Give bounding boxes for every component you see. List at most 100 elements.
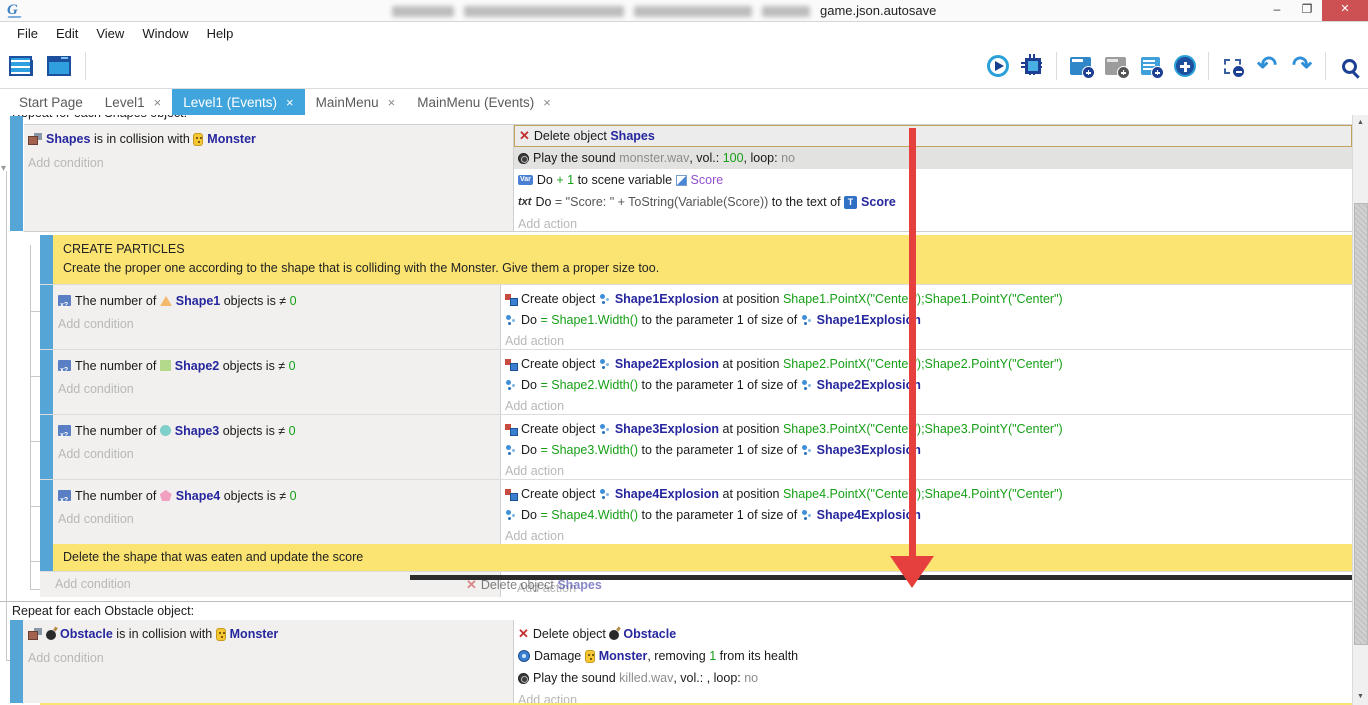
undo-button[interactable]: ↶: [1252, 51, 1282, 81]
particle-object-icon: [599, 293, 611, 305]
shape-object-icon: [160, 490, 172, 501]
add-condition-link[interactable]: Add condition: [58, 378, 500, 399]
shape-event-conditions: The number of Shape4 objects is ≠ 0 Add …: [40, 480, 500, 544]
add-other-event-button[interactable]: [1170, 51, 1200, 81]
comment-title: CREATE PARTICLES: [53, 240, 1352, 259]
add-action-link[interactable]: Add action: [514, 213, 1352, 235]
redacted-title-segment: [392, 6, 454, 17]
add-comment-button[interactable]: [1135, 51, 1165, 81]
monster-object-icon: [216, 628, 226, 641]
action-row-play-sound[interactable]: Play the sound killed.wav , vol.: , loop…: [518, 667, 1352, 689]
close-tab-icon[interactable]: ×: [543, 95, 551, 110]
condition-row[interactable]: The number of Shape2 objects is ≠ 0: [58, 355, 500, 376]
menu-item-edit[interactable]: Edit: [47, 23, 87, 44]
action-row-text-object[interactable]: txt Do = "Score: " + ToString(Variable(S…: [514, 191, 1352, 213]
action-row-create-object[interactable]: Create object Shape4Explosion at positio…: [505, 483, 1352, 504]
condition-row[interactable]: The number of Shape4 objects is ≠ 0: [58, 485, 500, 506]
comment-delete-shape[interactable]: Delete the shape that was eaten and upda…: [40, 544, 1352, 571]
scene-editor-button[interactable]: [44, 51, 74, 81]
redacted-title-segment: [634, 6, 752, 17]
search-button[interactable]: [1334, 51, 1364, 81]
damage-icon: [518, 650, 530, 662]
add-action-link[interactable]: Add action: [505, 525, 1352, 546]
event-left-bar: [40, 544, 53, 571]
action-row-play-sound[interactable]: Play the sound monster.wav , vol.: 100 ,…: [514, 147, 1352, 169]
action-row-damage-monster[interactable]: Damage Monster , removing 1 from its hea…: [518, 645, 1352, 667]
action-row-create-object[interactable]: Create object Shape2Explosion at positio…: [505, 353, 1352, 374]
shape-event[interactable]: The number of Shape3 objects is ≠ 0 Add …: [40, 414, 1352, 479]
remove-event-button[interactable]: [1217, 51, 1247, 81]
add-condition-link[interactable]: Add condition: [58, 508, 500, 529]
menu-item-file[interactable]: File: [8, 23, 47, 44]
add-action-link[interactable]: Add action: [505, 460, 1352, 481]
close-tab-icon[interactable]: ×: [154, 95, 162, 110]
scrollbar-down-button[interactable]: ▼: [1353, 689, 1368, 705]
particle-object-icon: [599, 358, 611, 370]
scrollbar-thumb[interactable]: [1354, 203, 1368, 645]
action-row-create-object[interactable]: Create object Shape1Explosion at positio…: [505, 288, 1352, 309]
action-row-set-size[interactable]: Do = Shape1.Width() to the parameter 1 o…: [505, 309, 1352, 330]
add-condition-link[interactable]: Add condition: [58, 313, 500, 334]
menu-item-help[interactable]: Help: [198, 23, 243, 44]
add-action-link[interactable]: Add action: [505, 395, 1352, 416]
condition-row[interactable]: Obstacle is in collision with Monster: [28, 624, 513, 644]
add-sub-event-icon: [1105, 57, 1126, 75]
collision-icon: [28, 628, 42, 640]
tab-mainmenu[interactable]: MainMenu×: [305, 89, 407, 115]
event-left-bar[interactable]: [10, 116, 23, 231]
shape-event-actions: Create object Shape4Explosion at positio…: [500, 480, 1352, 544]
condition-row[interactable]: The number of Shape1 objects is ≠ 0: [58, 290, 500, 311]
event-left-bar: [40, 285, 53, 349]
tab-level1-events[interactable]: Level1 (Events)×: [172, 89, 304, 115]
action-row-create-object[interactable]: Create object Shape3Explosion at positio…: [505, 418, 1352, 439]
menu-item-view[interactable]: View: [87, 23, 133, 44]
scrollbar-up-button[interactable]: ▲: [1353, 115, 1368, 131]
project-manager-button[interactable]: [6, 51, 36, 81]
events-sheet: Repeat for each Shapes object: ▾ Shapes …: [0, 115, 1368, 705]
event-left-bar[interactable]: [10, 620, 23, 703]
tree-connector: [30, 506, 40, 507]
condition-row[interactable]: The number of Shape3 objects is ≠ 0: [58, 420, 500, 441]
search-icon: [1342, 59, 1357, 74]
add-condition-link[interactable]: Add condition: [28, 153, 513, 173]
preview-button[interactable]: [983, 51, 1013, 81]
drag-ghost-delete-shapes: ✕ Delete object Shapes: [466, 577, 602, 593]
tab-mainmenu-events[interactable]: MainMenu (Events)×: [406, 89, 562, 115]
debug-button[interactable]: [1018, 51, 1048, 81]
scene-variable-icon: [676, 175, 687, 186]
comment-create-particles[interactable]: CREATE PARTICLES Create the proper one a…: [40, 235, 1352, 284]
shape-event[interactable]: The number of Shape4 objects is ≠ 0 Add …: [40, 479, 1352, 544]
tab-level1[interactable]: Level1×: [94, 89, 172, 115]
action-row-delete-shapes[interactable]: ✕ Delete object Shapes: [514, 125, 1352, 147]
action-row-scene-variable[interactable]: Var Do + 1 to scene variable Score: [514, 169, 1352, 191]
shape-event[interactable]: The number of Shape1 objects is ≠ 0 Add …: [40, 284, 1352, 349]
shape-event-conditions: The number of Shape1 objects is ≠ 0 Add …: [40, 285, 500, 349]
particle-object-icon: [801, 379, 813, 391]
action-row-delete-obstacle[interactable]: ✕ Delete object Obstacle: [518, 623, 1352, 645]
shape-event[interactable]: The number of Shape2 objects is ≠ 0 Add …: [40, 349, 1352, 414]
close-tab-icon[interactable]: ×: [388, 95, 396, 110]
add-comment-icon: [1141, 57, 1160, 75]
condition-row[interactable]: Shapes is in collision with Monster: [28, 129, 513, 149]
remove-event-icon: [1224, 59, 1241, 74]
add-condition-link[interactable]: Add condition: [28, 648, 513, 668]
add-condition-link[interactable]: Add condition: [55, 577, 131, 591]
event2-header[interactable]: Repeat for each Obstacle object:: [0, 602, 1352, 620]
close-button[interactable]: ✕: [1322, 0, 1368, 21]
add-condition-link[interactable]: Add condition: [58, 443, 500, 464]
minimize-button[interactable]: –: [1262, 0, 1292, 21]
gdevelop-logo-icon: G: [7, 2, 18, 19]
menu-item-window[interactable]: Window: [133, 23, 197, 44]
close-tab-icon[interactable]: ×: [286, 95, 294, 110]
add-sub-event-button[interactable]: [1100, 51, 1130, 81]
add-event-button[interactable]: [1065, 51, 1095, 81]
window-title-text: game.json.autosave: [820, 3, 936, 18]
tab-start-page[interactable]: Start Page: [8, 89, 94, 115]
action-row-set-size[interactable]: Do = Shape4.Width() to the parameter 1 o…: [505, 504, 1352, 525]
redo-button[interactable]: ↷: [1287, 51, 1317, 81]
action-row-set-size[interactable]: Do = Shape3.Width() to the parameter 1 o…: [505, 439, 1352, 460]
action-row-set-size[interactable]: Do = Shape2.Width() to the parameter 1 o…: [505, 374, 1352, 395]
text-action-icon: txt: [518, 196, 531, 208]
add-action-link[interactable]: Add action: [505, 330, 1352, 351]
restore-button[interactable]: ❐: [1292, 0, 1322, 21]
